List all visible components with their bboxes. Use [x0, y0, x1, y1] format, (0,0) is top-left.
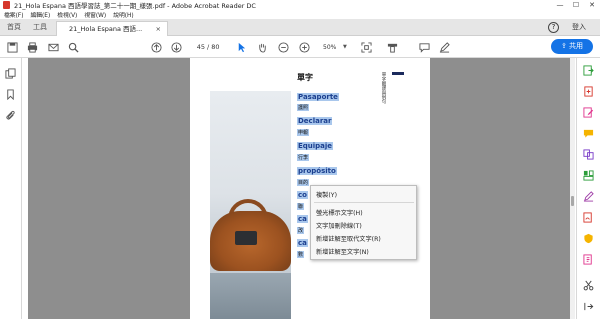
- vocabulary-heading: 單字: [297, 73, 313, 82]
- protect-icon[interactable]: [583, 233, 594, 244]
- vocab-meaning-partial[interactable]: 聯: [297, 203, 305, 210]
- tab-bar: 首頁 工具 21_Hola Espana 西語... × ? 登入: [0, 19, 600, 36]
- passport-wallet: [235, 231, 257, 245]
- comment-icon[interactable]: [583, 128, 594, 139]
- organize-icon[interactable]: [583, 170, 594, 181]
- share-label: 共用: [569, 42, 584, 50]
- menu-help[interactable]: 說明(H): [113, 10, 133, 19]
- expand-icon[interactable]: [583, 301, 594, 312]
- right-tools-panel: [576, 58, 600, 319]
- page-accent-bar: [392, 72, 404, 75]
- vocab-meaning[interactable]: 行李: [297, 154, 310, 161]
- vocab-word[interactable]: Pasaporte: [297, 93, 339, 101]
- scissors-icon[interactable]: [583, 280, 594, 291]
- photo-floor: [210, 273, 291, 319]
- context-menu-replace-text[interactable]: 新增註解至取代文字(R): [316, 234, 381, 243]
- previous-page-icon[interactable]: [150, 41, 162, 53]
- title-bar: 21_Hola Espana 西語學習誌_第二十一期_樣張.pdf - Adob…: [0, 0, 600, 10]
- menu-window[interactable]: 視窗(W): [84, 10, 106, 19]
- vertical-scrollbar[interactable]: [570, 58, 575, 319]
- luggage-photo: [210, 91, 291, 319]
- vocab-meaning-partial[interactable]: 改: [297, 227, 305, 234]
- page-number-input[interactable]: 45: [191, 42, 205, 53]
- maximize-button[interactable]: ☐: [568, 0, 584, 10]
- sign-pen-icon[interactable]: [438, 41, 450, 53]
- fit-page-icon[interactable]: [360, 41, 372, 53]
- help-icon[interactable]: ?: [548, 22, 559, 33]
- toolbar: 45 / 80 50% ▼: [0, 36, 600, 58]
- zoom-dropdown-icon[interactable]: ▼: [343, 42, 347, 53]
- vocab-word-partial[interactable]: ca: [297, 215, 308, 223]
- vocab-word[interactable]: Equipaje: [297, 142, 334, 150]
- edit-pdf-icon[interactable]: [583, 107, 594, 118]
- zoom-level[interactable]: 50%: [323, 42, 336, 53]
- save-icon[interactable]: [6, 41, 18, 53]
- vocab-word-partial[interactable]: co: [297, 191, 308, 199]
- vocab-meaning-partial[interactable]: 數: [297, 251, 305, 258]
- window-controls: — ☐ ✕: [552, 0, 600, 10]
- scrollbar-thumb[interactable]: [571, 196, 574, 206]
- menu-edit[interactable]: 編輯(E): [30, 10, 50, 19]
- fill-sign-icon[interactable]: [583, 191, 594, 202]
- next-page-icon[interactable]: [170, 41, 182, 53]
- zoom-out-icon[interactable]: [277, 41, 289, 53]
- combine-icon[interactable]: [583, 149, 594, 160]
- send-for-signature-icon[interactable]: [583, 212, 594, 223]
- vocab-word[interactable]: Declarar: [297, 117, 333, 125]
- page-total: / 80: [207, 43, 220, 51]
- share-button[interactable]: ⇪ 共用: [551, 39, 593, 54]
- close-tab-icon[interactable]: ×: [156, 22, 161, 36]
- sign-in-link[interactable]: 登入: [572, 19, 586, 36]
- menu-bar: 檔案(F) 編輯(E) 檢視(V) 視窗(W) 說明(H): [0, 10, 600, 19]
- vocab-meaning[interactable]: 申報: [297, 129, 310, 136]
- vocab-meaning[interactable]: 目的: [297, 179, 310, 186]
- tab-document-label: 21_Hola Espana 西語...: [69, 25, 143, 33]
- more-tools-icon[interactable]: [583, 254, 594, 265]
- page-side-label: 單字翻譯與例句: [381, 72, 386, 104]
- window-title: 21_Hola Espana 西語學習誌_第二十一期_樣張.pdf - Adob…: [14, 2, 256, 10]
- context-menu-add-note[interactable]: 新增註解至文字(N): [316, 247, 369, 256]
- create-pdf-icon[interactable]: [583, 86, 594, 97]
- tab-home[interactable]: 首頁: [7, 19, 21, 36]
- document-canvas[interactable]: 單字 Pasaporte 護照 Declarar 申報 Equipaje 行李 …: [28, 58, 570, 319]
- menu-view[interactable]: 檢視(V): [57, 10, 77, 19]
- vocab-meaning[interactable]: 護照: [297, 104, 310, 111]
- hand-tool-icon[interactable]: [256, 41, 268, 53]
- tab-tools[interactable]: 工具: [33, 19, 47, 36]
- pages-icon[interactable]: [5, 68, 16, 79]
- tab-document[interactable]: 21_Hola Espana 西語... ×: [56, 21, 168, 36]
- context-menu: 複製(Y) 螢光標示文字(H) 文字加刪除線(T) 新增註解至取代文字(R) 新…: [310, 185, 417, 260]
- vocab-word[interactable]: propósito: [297, 167, 337, 175]
- zoom-in-icon[interactable]: [298, 41, 310, 53]
- page-view-icon[interactable]: [386, 41, 398, 53]
- left-navigation-rail: [0, 58, 22, 319]
- context-menu-separator: [314, 202, 414, 203]
- search-icon[interactable]: [67, 41, 79, 53]
- print-icon[interactable]: [26, 41, 38, 53]
- email-icon[interactable]: [47, 41, 59, 53]
- menu-file[interactable]: 檔案(F): [4, 10, 23, 19]
- bookmark-icon[interactable]: [5, 89, 16, 101]
- context-menu-strikethrough[interactable]: 文字加刪除線(T): [316, 221, 362, 230]
- vocab-word-partial[interactable]: ca: [297, 239, 308, 247]
- minimize-button[interactable]: —: [552, 0, 568, 10]
- select-cursor-icon[interactable]: [235, 41, 247, 53]
- acrobat-app-icon: [3, 1, 10, 9]
- export-pdf-icon[interactable]: [583, 65, 594, 76]
- attachment-icon[interactable]: [5, 110, 16, 121]
- share-icon: ⇪: [560, 42, 570, 50]
- context-menu-highlight[interactable]: 螢光標示文字(H): [316, 208, 363, 217]
- close-window-button[interactable]: ✕: [584, 0, 600, 10]
- comment-toolbar-icon[interactable]: [418, 41, 430, 53]
- context-menu-copy[interactable]: 複製(Y): [316, 190, 337, 199]
